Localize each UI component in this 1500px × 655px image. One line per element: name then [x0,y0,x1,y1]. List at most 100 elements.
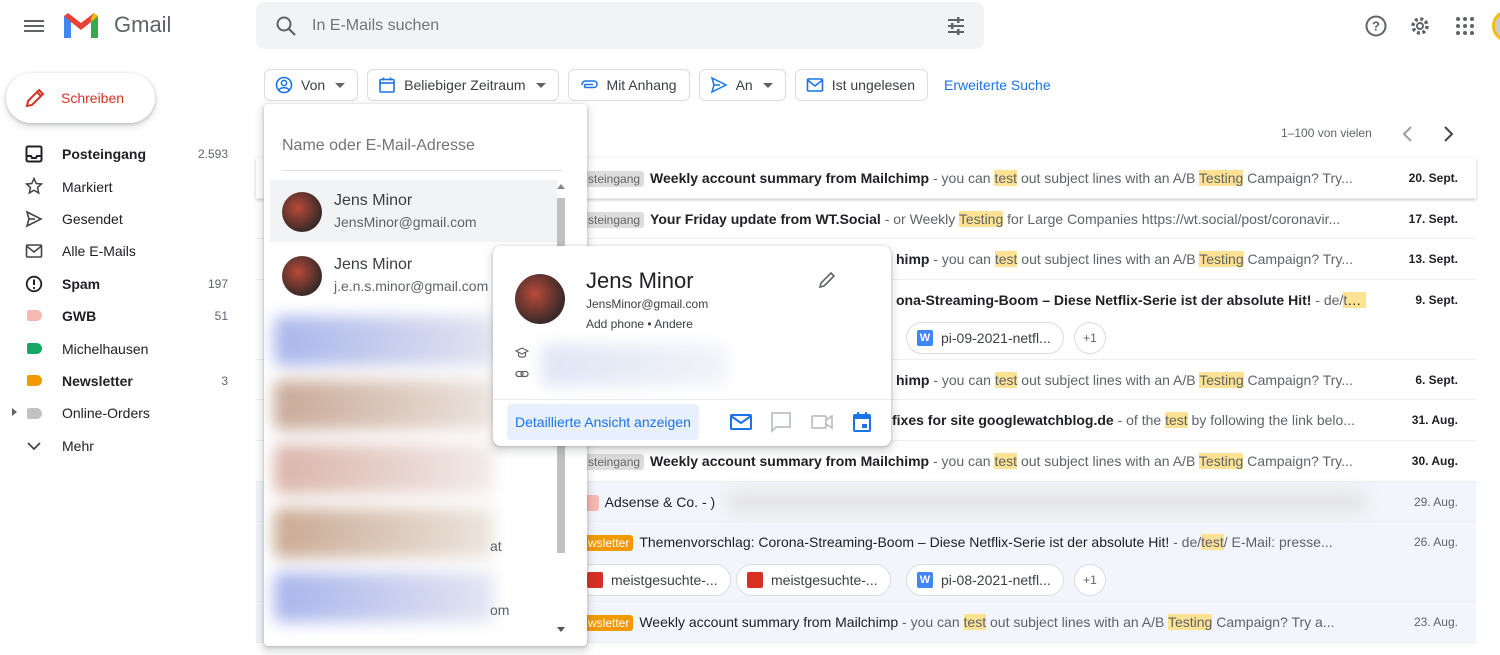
email-snippet: - you can test out subject lines with an… [929,452,1353,469]
contact-phone-info[interactable]: Add phone • Andere [586,317,693,331]
attachment-chip[interactable]: meistgesuchte-... [736,564,891,597]
spam-icon [25,275,43,292]
contact-name: Jens Minor [334,256,413,273]
inbox-icon [25,145,43,163]
sidebar-item-mehr[interactable]: Mehr [0,430,240,462]
video-call-icon[interactable] [810,410,834,434]
schedule-event-icon[interactable] [850,410,874,434]
filter-date-chip[interactable]: Beliebiger Zeitraum [367,69,559,101]
word-doc-icon: W [917,572,933,589]
contact-name: Jens Minor [334,192,413,209]
sidebar-item-online-orders[interactable]: Online-Orders [0,397,240,429]
email-snippet: - you can test out subject lines with an… [929,371,1354,388]
attachment-chip[interactable]: meistgesuchte-... [576,564,731,597]
label-chip: steingang [584,453,645,470]
search-options-icon[interactable] [946,16,966,36]
filter-to-chip[interactable]: An [698,69,786,101]
gmail-m-icon [64,13,98,38]
contact-avatar [515,274,565,324]
email-snippet: - or Weekly Testing for Large Companies … [880,210,1341,227]
sidebar-item-label: GWB [62,308,97,325]
email-subject: ona-Streaming-Boom – Diese Netflix-Serie… [896,291,1312,308]
sidebar-item-spam[interactable]: Spam 197 [0,268,240,300]
scroll-down-arrow-icon[interactable] [557,627,565,632]
label-chip: wsletter [584,535,634,552]
sidebar-item-label: Online-Orders [62,405,150,422]
contact-name: Jens Minor [586,268,694,293]
label-icon [25,404,43,422]
dropdown-arrow-icon [762,82,773,88]
scroll-up-arrow-icon[interactable] [557,184,565,189]
sidebar-item-newsletter[interactable]: Newsletter 3 [0,365,240,397]
send-icon [710,76,728,94]
sidebar-item-markiert[interactable]: Markiert [0,170,240,202]
chevron-left-icon[interactable] [1400,124,1416,144]
redacted-contact [274,508,494,558]
email-subject: himp [896,371,930,388]
app-name: Gmail [114,12,172,37]
expand-arrow-icon[interactable] [12,408,17,417]
sidebar-item-label: Posteingang [62,146,147,163]
chat-icon[interactable] [769,410,793,434]
redacted-contact [274,316,494,366]
email-subject: Your Friday update from WT.Social [650,210,881,227]
sidebar-item-label: Gesendet [62,210,123,227]
email-date: 23. Aug. [1413,615,1458,630]
account-avatar[interactable] [1492,10,1500,42]
sidebar-item-posteingang[interactable]: Posteingang 2.593 [0,138,240,170]
email-snippet: - you can test out subject lines with an… [929,170,1353,186]
settings-gear-icon[interactable] [1408,14,1432,38]
email-date: 13. Sept. [1408,252,1458,267]
more-attachments-chip[interactable]: +1 [1074,564,1106,597]
email-subject: Weekly account summary from Mailchimp [639,614,899,631]
attachment-chip[interactable]: Wpi-09-2021-netfl... [906,321,1064,354]
gmail-logo[interactable]: Gmail [62,10,171,40]
email-date: 17. Sept. [1408,211,1458,226]
compose-button[interactable]: Schreiben [6,73,155,123]
chevron-right-icon[interactable] [1440,124,1456,144]
contact-hover-card: Jens Minor JensMinor@gmail.com Add phone… [493,246,891,446]
contact-email-fragment: at [490,538,502,554]
detailed-view-button[interactable]: Detaillierte Ansicht anzeigen [507,404,699,440]
chevron-down-icon [27,441,41,450]
attachment-icon [580,80,598,89]
unread-count: 3 [221,373,228,388]
search-input[interactable] [312,14,912,38]
send-email-icon[interactable] [729,410,753,434]
filter-attachment-chip[interactable]: Mit Anhang [567,69,690,101]
redacted-contact [274,444,494,494]
sidebar-item-gwb[interactable]: GWB 51 [0,300,240,332]
filter-from-chip[interactable]: Von [264,69,359,101]
more-attachments-chip[interactable]: +1 [1074,321,1106,354]
redacted-contact [274,572,494,622]
sidebar-item-michelhausen[interactable]: Michelhausen [0,332,240,364]
advanced-search-link[interactable]: Erweiterte Suche [944,77,1051,93]
filter-unread-chip[interactable]: Ist ungelesen [794,69,929,101]
sidebar-item-alle-emails[interactable]: Alle E-Mails [0,235,240,267]
main-menu-icon[interactable] [22,14,46,38]
search-bar[interactable] [256,2,984,49]
unread-count: 2.593 [197,147,228,162]
email-date: 29. Aug. [1413,494,1458,509]
person-circle-icon [275,76,293,94]
contact-email: JensMinor@gmail.com [334,214,477,230]
email-snippet: - of the test by following the link belo… [1113,412,1355,429]
contact-email: JensMinor@gmail.com [586,297,709,311]
star-icon [25,177,43,195]
sidebar-item-label: Newsletter [62,372,133,389]
attachment-chip[interactable]: Wpi-08-2021-netfl... [906,564,1064,597]
apps-grid-icon[interactable] [1453,14,1477,38]
help-icon[interactable]: ? [1364,14,1388,38]
edit-pencil-icon[interactable] [817,270,837,290]
pagination-text: 1–100 von vielen [1281,126,1372,140]
sidebar-item-gesendet[interactable]: Gesendet [0,203,240,235]
pencil-icon [25,88,45,108]
label-icon [25,372,43,390]
email-subject: himp [896,251,930,268]
contact-suggestion[interactable]: Jens Minor JensMinor@gmail.com [270,180,557,242]
sender-search-input[interactable] [282,134,562,158]
email-subject: Weekly account summary from Mailchimp [650,452,930,469]
image-file-icon [587,572,603,589]
search-icon[interactable] [274,14,298,38]
chip-label: Von [301,77,326,93]
